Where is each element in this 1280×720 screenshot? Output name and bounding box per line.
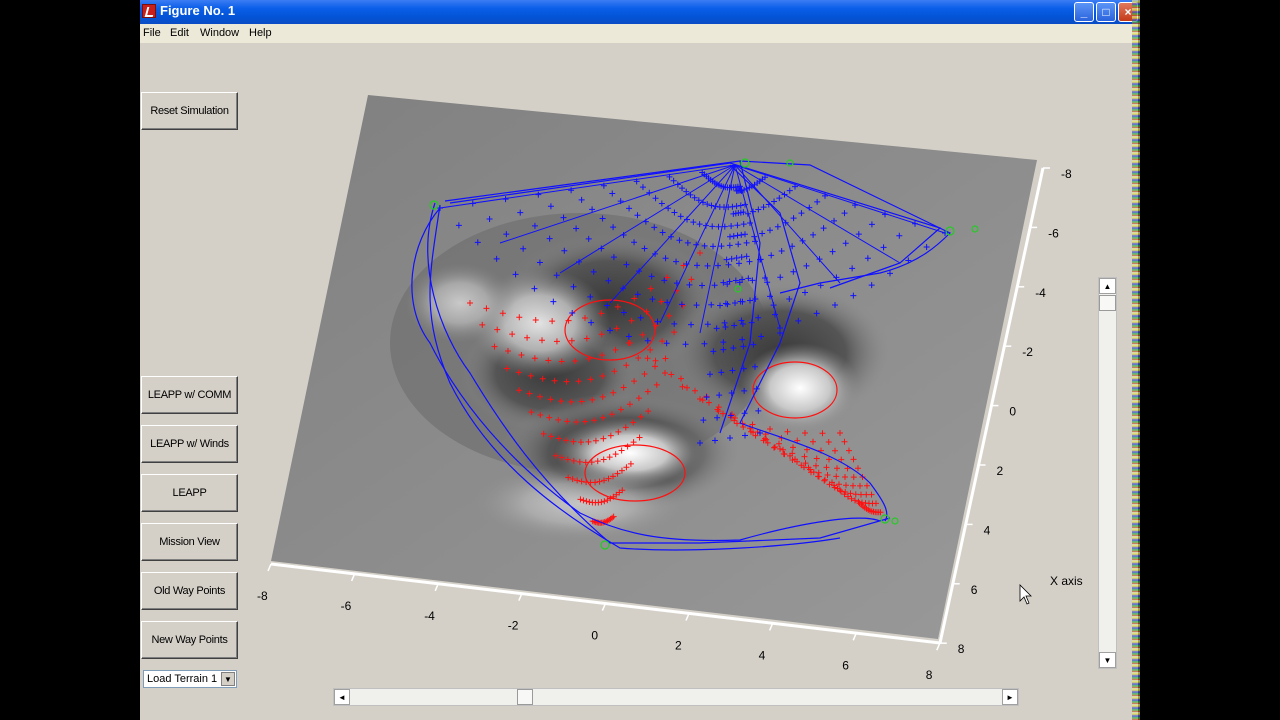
scroll-left-icon[interactable]: ◄ bbox=[334, 689, 350, 705]
x-axis-label: X axis bbox=[1050, 574, 1083, 588]
x-tick-label: 4 bbox=[759, 648, 766, 662]
x-tick-label: 6 bbox=[842, 658, 849, 672]
y-tick-label: 2 bbox=[997, 464, 1004, 478]
menu-file[interactable]: File bbox=[143, 27, 161, 39]
maximize-button[interactable]: □ bbox=[1096, 2, 1116, 22]
y-tick-label: -8 bbox=[1061, 167, 1072, 181]
y-tick-label: -4 bbox=[1035, 286, 1046, 300]
leapp-button[interactable]: LEAPP bbox=[141, 474, 238, 512]
x-tick-label: 8 bbox=[926, 668, 933, 682]
y-tick-label: 4 bbox=[984, 523, 991, 537]
matlab-app-icon bbox=[142, 4, 156, 18]
terrain-plot[interactable]: -8 -6 -4 -2 0 2 4 6 8 -8 -6 -4 -2 0 2 4 6 8 X axis bbox=[140, 43, 1138, 720]
title-bar[interactable]: Figure No. 1 _ □ × bbox=[140, 0, 1138, 24]
scroll-right-icon[interactable]: ► bbox=[1002, 689, 1018, 705]
figure-window: Figure No. 1 _ □ × File Edit Window Help bbox=[140, 0, 1138, 720]
reset-simulation-button[interactable]: Reset Simulation bbox=[141, 92, 238, 130]
window-title: Figure No. 1 bbox=[160, 3, 236, 18]
minimize-button[interactable]: _ bbox=[1074, 2, 1094, 22]
leapp-comm-button[interactable]: LEAPP w/ COMM bbox=[141, 376, 238, 414]
horizontal-scrollbar[interactable]: ◄ ► bbox=[333, 688, 1019, 706]
x-tick-label: -4 bbox=[424, 609, 435, 623]
y-tick-label: 6 bbox=[971, 583, 978, 597]
x-tick-label: -6 bbox=[341, 599, 352, 613]
load-terrain-value: Load Terrain 1 bbox=[147, 673, 218, 685]
menu-window[interactable]: Window bbox=[200, 27, 239, 39]
x-tick-label: -2 bbox=[508, 619, 519, 633]
vertical-scroll-thumb[interactable] bbox=[1099, 295, 1116, 311]
axis-tick bbox=[267, 563, 272, 572]
mouse-cursor-icon bbox=[1019, 584, 1032, 605]
leapp-winds-button[interactable]: LEAPP w/ Winds bbox=[141, 425, 238, 463]
menu-bar: File Edit Window Help bbox=[140, 24, 1138, 43]
dropdown-arrow-icon[interactable]: ▼ bbox=[221, 672, 235, 686]
new-waypoints-button[interactable]: New Way Points bbox=[141, 621, 238, 659]
y-tick-label: -2 bbox=[1022, 345, 1033, 359]
scroll-down-icon[interactable]: ▼ bbox=[1099, 652, 1116, 668]
figure-canvas: -8 -6 -4 -2 0 2 4 6 8 -8 -6 -4 -2 0 2 4 6 8 X axis Reset… bbox=[140, 43, 1138, 720]
menu-edit[interactable]: Edit bbox=[170, 27, 189, 39]
x-tick-label: -8 bbox=[257, 589, 268, 603]
menu-help[interactable]: Help bbox=[249, 27, 272, 39]
screen-edge-artifact bbox=[1132, 0, 1140, 720]
y-tick-label: 0 bbox=[1009, 405, 1016, 419]
scroll-up-icon[interactable]: ▲ bbox=[1099, 278, 1116, 294]
x-tick-label: 2 bbox=[675, 639, 682, 653]
x-tick-label: 0 bbox=[591, 629, 598, 643]
old-waypoints-button[interactable]: Old Way Points bbox=[141, 572, 238, 610]
load-terrain-select[interactable]: Load Terrain 1 ▼ bbox=[143, 670, 237, 688]
y-tick-label: -6 bbox=[1048, 226, 1059, 240]
y-tick-label: 8 bbox=[958, 642, 965, 656]
vertical-scrollbar[interactable]: ▲ ▼ bbox=[1098, 277, 1117, 669]
mission-view-button[interactable]: Mission View bbox=[141, 523, 238, 561]
horizontal-scroll-thumb[interactable] bbox=[517, 689, 533, 705]
